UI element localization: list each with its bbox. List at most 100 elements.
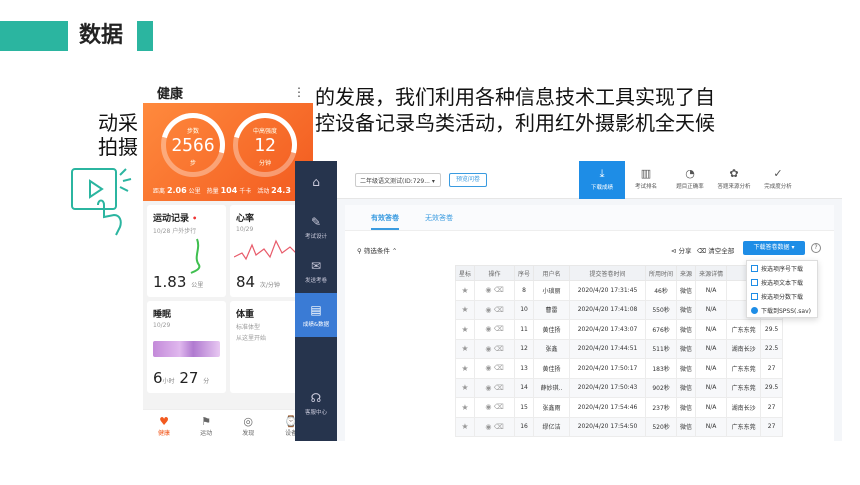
heart-icon: ♥ xyxy=(159,414,169,428)
star-icon[interactable]: ★ xyxy=(454,377,476,398)
row-actions[interactable]: ◉ ⌫ xyxy=(474,358,516,379)
tab-discover[interactable]: ◎ 发现 xyxy=(242,415,254,437)
table-cell: N/A xyxy=(695,338,728,359)
table-cell: 10 xyxy=(514,299,535,320)
sidebar-item-send-exam[interactable]: ✉ 发送考卷 xyxy=(295,249,337,293)
nav-accuracy[interactable]: ◔ 题目正确率 xyxy=(667,161,713,199)
star-icon[interactable]: ★ xyxy=(454,397,476,418)
table-row[interactable]: ★ ◉ ⌫ 8 小琐丽 2020/4/20 17:31:45 46秒 微信 N/A xyxy=(454,280,784,301)
table-cell: 27 xyxy=(760,397,784,418)
table-cell: 676秒 xyxy=(645,319,678,340)
star-icon[interactable]: ★ xyxy=(454,338,476,359)
share-icon: ⊲ xyxy=(671,247,677,255)
row-actions[interactable]: ◉ ⌫ xyxy=(474,338,516,359)
more-icon[interactable]: ⋮ xyxy=(293,85,305,99)
table-cell: 237秒 xyxy=(645,397,678,418)
delete-icon: ⌫ xyxy=(493,364,504,373)
preview-button[interactable]: 预览问卷 xyxy=(449,173,488,187)
active-minutes-value: 12 xyxy=(254,135,276,156)
star-icon[interactable]: ★ xyxy=(454,280,476,301)
filter-toggle[interactable]: ⚲ 筛选条件 ⌃ xyxy=(357,245,397,255)
table-row[interactable]: ★ ◉ ⌫ 12 张鑫 2020/4/20 17:44:51 511秒 微信 N/A 湖南长沙 2… xyxy=(454,338,784,359)
table-cell: 2020/4/20 17:44:51 xyxy=(569,338,647,359)
download-by-option-number[interactable]: 按选项序号下载 xyxy=(747,261,817,275)
row-actions[interactable]: ◉ ⌫ xyxy=(474,280,516,301)
tab-invalid-answers[interactable]: 无效答卷 xyxy=(425,205,453,230)
sleep-card[interactable]: 睡眠 10/29 6小时 27 分 xyxy=(147,301,226,393)
answers-table: 星标 操作 序号 用户名 提交答卷时间 所用时间 来源 来源详情 ★ ◉ ⌫ 8 小琐… xyxy=(454,265,784,437)
slide-title: 数据 xyxy=(79,23,124,48)
table-row[interactable]: ★ ◉ ⌫ 11 黄佳扬 2020/4/20 17:43:07 676秒 微信 N/A 广东东莞… xyxy=(454,319,784,340)
row-actions[interactable]: ◉ ⌫ xyxy=(474,299,516,320)
nav-source-analysis[interactable]: ✿ 答题来源分析 xyxy=(711,161,757,199)
table-cell: 微信 xyxy=(676,338,697,359)
paragraph-line-1: 的发展，我们利用各种信息技术工具实现了自 xyxy=(315,85,715,109)
table-row[interactable]: ★ ◉ ⌫ 14 薛妙琪.. 2020/4/20 17:50:43 902秒 微信 N/A 广东… xyxy=(454,377,784,398)
clear-all-button[interactable]: ⌫ 清空全部 xyxy=(697,245,734,255)
table-cell: 13 xyxy=(514,358,535,379)
star-icon[interactable]: ★ xyxy=(454,358,476,379)
home-icon[interactable]: ⌂ xyxy=(295,161,337,205)
view-icon: ◉ xyxy=(485,286,492,295)
star-icon[interactable]: ★ xyxy=(454,416,476,437)
table-cell: 520秒 xyxy=(645,416,678,437)
delete-icon: ⌫ xyxy=(493,403,504,412)
download-to-spss[interactable]: 下载到SPSS(.sav) xyxy=(747,303,817,317)
run-icon: ⚑ xyxy=(201,414,212,428)
nav-exam-ranking[interactable]: ▥ 考试排名 xyxy=(623,161,669,199)
nav-completion-analysis[interactable]: ✓ 完成度分析 xyxy=(755,161,801,199)
table-cell: N/A xyxy=(695,397,728,418)
tab-health[interactable]: ♥ 健康 xyxy=(158,415,170,437)
row-actions[interactable]: ◉ ⌫ xyxy=(474,416,516,437)
exercise-record-card[interactable]: 运动记录 • 10/28 户外步行 1.83 公里 xyxy=(147,205,226,297)
row-actions[interactable]: ◉ ⌫ xyxy=(474,397,516,418)
table-row[interactable]: ★ ◉ ⌫ 13 黄佳扬 2020/4/20 17:50:17 183秒 微信 N/A 广东东莞… xyxy=(454,358,784,379)
file-icon xyxy=(751,264,758,272)
view-icon: ◉ xyxy=(485,422,492,431)
table-cell: 微信 xyxy=(676,397,697,418)
header-accent-bar-right xyxy=(137,21,153,51)
table-cell: 2020/4/20 17:54:46 xyxy=(569,397,647,418)
star-icon[interactable]: ★ xyxy=(454,299,476,320)
table-cell: N/A xyxy=(695,416,728,437)
delete-icon: ⌫ xyxy=(493,286,504,295)
sidebar-item-exam-design[interactable]: ✎ 考试设计 xyxy=(295,205,337,249)
star-icon[interactable]: ★ xyxy=(454,319,476,340)
table-cell: 27 xyxy=(760,416,784,437)
delete-icon: ⌫ xyxy=(493,325,504,334)
table-cell: 微信 xyxy=(676,299,697,320)
table-cell: 14 xyxy=(514,377,535,398)
table-row[interactable]: ★ ◉ ⌫ 16 缪亿洁 2020/4/20 17:54:50 520秒 微信 N/A 广东东莞… xyxy=(454,416,784,437)
health-tab-bar: ♥ 健康 ⚑ 运动 ◎ 发现 ⌚ 设备 xyxy=(143,409,313,441)
view-icon: ◉ xyxy=(485,403,492,412)
help-icon[interactable]: ? xyxy=(295,425,337,442)
table-cell: 黄佳扬 xyxy=(533,319,571,340)
view-icon: ◉ xyxy=(485,325,492,334)
help-icon[interactable]: ? xyxy=(811,243,821,253)
nav-download-scores[interactable]: ⤓ 下载成绩 xyxy=(579,161,625,199)
table-row[interactable]: ★ ◉ ⌫ 10 曹雷 2020/4/20 17:41:08 550秒 微信 N/A xyxy=(454,299,784,320)
tab-valid-answers[interactable]: 有效答卷 xyxy=(371,205,399,230)
exam-select[interactable]: 二年级语文测试(ID:729... ▾ xyxy=(355,173,441,187)
download-by-option-score[interactable]: 按选项分数下载 xyxy=(747,289,817,303)
download-by-option-text[interactable]: 按选项文本下载 xyxy=(747,275,817,289)
table-cell: 广东东莞 xyxy=(726,416,762,437)
table-cell: 微信 xyxy=(676,416,697,437)
sidebar-item-results-data[interactable]: ▤ 成绩&数据 xyxy=(295,293,337,337)
spss-icon xyxy=(751,306,758,314)
share-button[interactable]: ⊲ 分享 xyxy=(671,245,692,255)
tab-sport[interactable]: ⚑ 运动 xyxy=(200,415,212,437)
health-app-screenshot: 健康 ⋮ 步数 2566 步 中高强度 12 分钟 距离 2.06 公里 热量 … xyxy=(143,81,313,441)
sidebar: ⌂ ✎考试设计 ✉发送考卷 ▤成绩&数据 ☊客服中心 ? xyxy=(295,161,337,441)
view-icon: ◉ xyxy=(485,383,492,392)
sidebar-item-support[interactable]: ☊ 客服中心 xyxy=(295,381,337,425)
row-actions[interactable]: ◉ ⌫ xyxy=(474,319,516,340)
row-actions[interactable]: ◉ ⌫ xyxy=(474,377,516,398)
check-circle-icon: ✓ xyxy=(773,167,783,180)
top-toolbar: 二年级语文测试(ID:729... ▾ 预览问卷 ⤓ 下载成绩 ▥ 考试排名 ◔ 题目… xyxy=(337,161,842,199)
table-row[interactable]: ★ ◉ ⌫ 15 张鑫雨 2020/4/20 17:54:46 237秒 微信 N/A 湖南长沙… xyxy=(454,397,784,418)
route-icon xyxy=(190,238,201,274)
filter-icon: ⚲ xyxy=(357,247,362,255)
delete-icon: ⌫ xyxy=(493,344,504,353)
download-data-button[interactable]: 下载答卷数据 ▾ xyxy=(743,241,805,255)
